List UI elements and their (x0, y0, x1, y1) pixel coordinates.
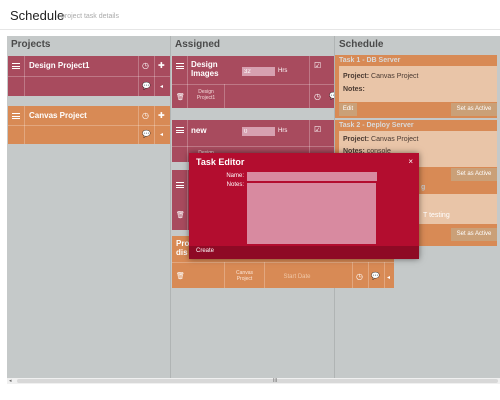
assigned-column-header: Assigned (175, 39, 221, 50)
hours-input[interactable] (242, 127, 275, 136)
menu-icon[interactable] (176, 63, 184, 69)
divider (8, 125, 170, 126)
divider (187, 170, 188, 230)
add-icon[interactable]: ✚ (158, 112, 165, 120)
project-label: Project: (343, 73, 370, 80)
schedule-task-title: Task 2 - Deploy Server (339, 122, 414, 129)
edit-button[interactable]: Edit (339, 103, 357, 116)
notes-field[interactable] (247, 183, 376, 244)
project-card-canvas-project[interactable]: Canvas Project ◷ ✚ 💬 ◂ (8, 106, 170, 144)
clock-icon[interactable]: ◷ (356, 273, 363, 281)
scrollbar-thumb[interactable] (17, 379, 498, 383)
scroll-left-icon[interactable]: ◂ (9, 378, 12, 384)
divider (138, 56, 139, 96)
divider (172, 262, 394, 263)
add-icon[interactable]: ✚ (158, 62, 165, 70)
divider (368, 262, 369, 288)
trash-icon[interactable]: 🗑 (176, 212, 185, 220)
task-title-line2: Images (191, 69, 219, 78)
name-label: Name: (226, 173, 244, 179)
project-value: Canvas Project (371, 136, 419, 143)
task-title-line1: Design (191, 60, 218, 69)
schedule-task-title: Task 1 - DB Server (339, 57, 401, 64)
project-line: Project: Canvas Project (343, 73, 418, 80)
set-active-button[interactable]: Set as Active (451, 168, 497, 181)
task-title: new (191, 126, 207, 135)
project-value: Canvas Project (371, 73, 419, 80)
notes-label: Notes: (226, 182, 244, 188)
column-divider (170, 36, 171, 378)
assigned-project: Canvas Project (225, 270, 264, 282)
app-root: Schedule project task details Projects A… (0, 0, 500, 400)
comment-icon[interactable]: 💬 (142, 131, 151, 139)
divider (8, 76, 170, 77)
divider (154, 56, 155, 96)
clock-icon[interactable]: ◷ (142, 62, 149, 70)
projects-column-header: Projects (11, 39, 51, 50)
name-field[interactable] (247, 172, 377, 181)
divider (138, 106, 139, 144)
hours-label: Hrs (278, 68, 288, 74)
project-card-design-project1[interactable]: Design Project1 ◷ ✚ 💬 ◂ (8, 56, 170, 96)
checkbox-icon[interactable]: ☑ (314, 62, 321, 70)
comment-icon[interactable]: 💬 (371, 273, 380, 281)
task-title: Design Images (191, 60, 219, 78)
notes-value: T testing (423, 212, 450, 219)
hours-label: Hrs (278, 128, 288, 134)
scrollbar-grip: III (273, 378, 278, 384)
divider (352, 262, 353, 288)
top-header: Schedule project task details (0, 0, 500, 30)
start-date-input[interactable]: Start Date (272, 274, 322, 280)
schedule-card-body: Project: Canvas Project Notes: (339, 66, 497, 102)
dialog-footer: Create (189, 246, 419, 259)
comment-icon[interactable]: 💬 (142, 83, 151, 91)
comment-icon[interactable]: 💬 (329, 93, 334, 101)
divider (264, 262, 265, 288)
project-label: Project: (343, 136, 370, 143)
menu-icon[interactable] (176, 127, 184, 133)
menu-icon[interactable] (12, 63, 20, 69)
project-line2: Project1 (196, 95, 216, 101)
task-title-line1: Pro (176, 239, 190, 248)
assigned-card-design-images[interactable]: DesignImages Hrs ☑ 🗑 DesignProject1 ◷ 💬 (172, 56, 334, 108)
clock-icon[interactable]: ◷ (314, 93, 321, 101)
project-line: Project: Canvas Project (343, 136, 418, 143)
notes-label: Notes: (343, 86, 365, 93)
divider (154, 106, 155, 144)
close-icon[interactable]: × (408, 157, 413, 166)
task-editor-dialog: Task Editor × Name: Notes: Create (189, 153, 419, 259)
task-title-line2: dis (176, 248, 188, 257)
schedule-task-title: g (421, 184, 426, 191)
project-name: Design Project1 (29, 61, 90, 70)
task-title: Pro dis (176, 239, 189, 257)
set-active-button[interactable]: Set as Active (451, 103, 497, 116)
menu-icon[interactable] (176, 182, 184, 188)
checkbox-icon[interactable]: ☑ (314, 126, 321, 134)
collapse-left-icon[interactable]: ◂ (160, 83, 163, 91)
project-line2: Project (236, 276, 253, 282)
horizontal-scrollbar[interactable]: ◂ III (7, 378, 500, 384)
divider (309, 56, 310, 108)
schedule-column-header: Schedule (339, 39, 384, 50)
page-title: Schedule (10, 8, 65, 23)
set-active-button[interactable]: Set as Active (451, 228, 497, 241)
menu-icon[interactable] (12, 113, 20, 119)
create-button[interactable]: Create (196, 248, 214, 254)
collapse-left-icon[interactable]: ◂ (387, 274, 390, 282)
hours-input[interactable] (242, 67, 275, 76)
page-subtitle: project task details (61, 13, 119, 20)
project-name: Canvas Project (29, 111, 87, 120)
schedule-card-task1[interactable]: Task 1 - DB Server Project: Canvas Proje… (335, 55, 497, 118)
trash-icon[interactable]: 🗑 (176, 273, 185, 281)
clock-icon[interactable]: ◷ (142, 112, 149, 120)
trash-icon[interactable]: 🗑 (176, 94, 185, 102)
divider (224, 84, 225, 108)
dialog-title: Task Editor (196, 157, 245, 167)
collapse-left-icon[interactable]: ◂ (160, 131, 163, 139)
assigned-project: Design Project1 (188, 89, 224, 101)
divider (384, 262, 385, 288)
